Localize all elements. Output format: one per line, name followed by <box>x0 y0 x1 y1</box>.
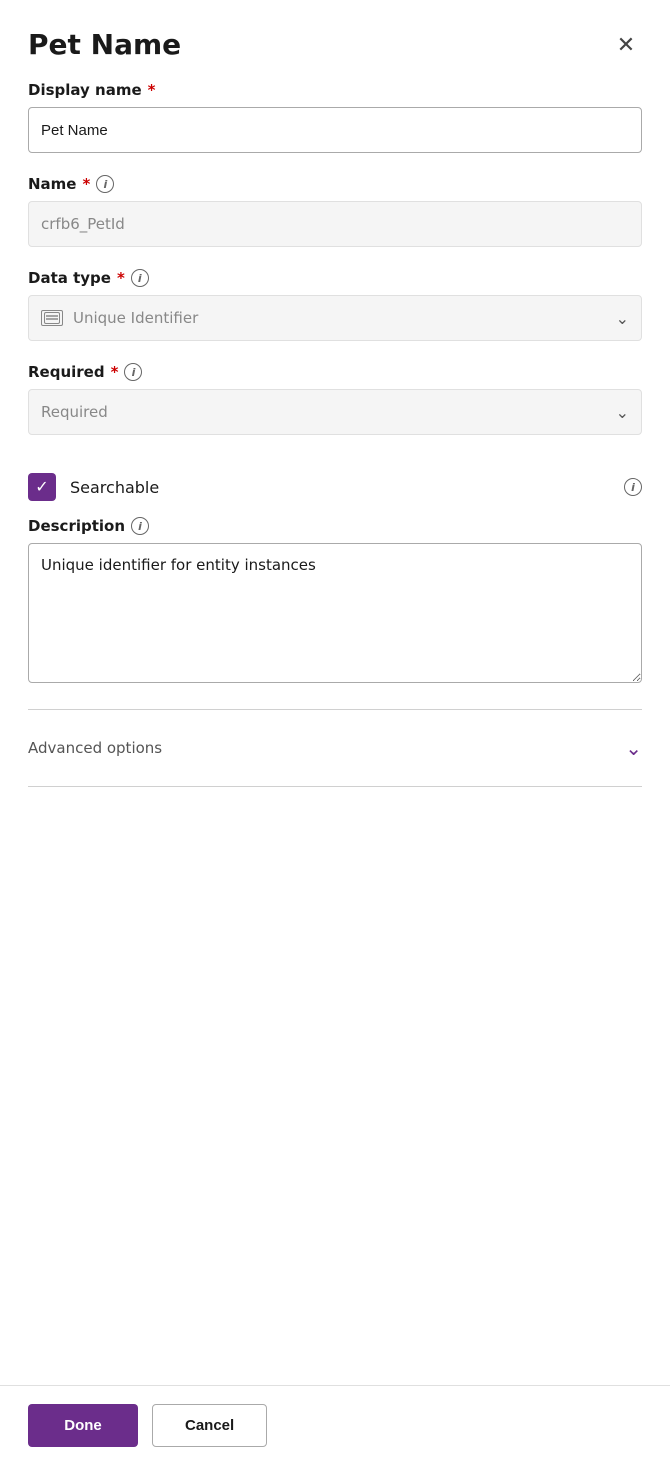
name-label: Name * i <box>28 175 642 193</box>
data-type-group: Data type * i Unique Identifier ⌄ <box>28 269 642 341</box>
required-select[interactable]: Required ⌄ <box>28 389 642 435</box>
description-label: Description i <box>28 517 642 535</box>
required-chevron-icon: ⌄ <box>616 403 629 422</box>
panel-content: Display name * Name * i crfb6_PetId Data… <box>0 81 670 1385</box>
panel-footer: Done Cancel <box>0 1385 670 1465</box>
data-type-required: * <box>117 269 125 287</box>
searchable-row: ✓ Searchable i <box>28 457 642 517</box>
display-name-input[interactable] <box>28 107 642 153</box>
panel: Pet Name ✕ Display name * Name * i crfb6… <box>0 0 670 1465</box>
description-group: Description i Unique identifier for enti… <box>28 517 642 687</box>
required-label: Required * i <box>28 363 642 381</box>
data-type-select[interactable]: Unique Identifier ⌄ <box>28 295 642 341</box>
display-name-label: Display name * <box>28 81 642 99</box>
required-info-icon[interactable]: i <box>124 363 142 381</box>
close-icon: ✕ <box>617 32 635 58</box>
data-type-label: Data type * i <box>28 269 642 287</box>
data-type-info-icon[interactable]: i <box>131 269 149 287</box>
close-button[interactable]: ✕ <box>610 29 642 61</box>
name-group: Name * i crfb6_PetId <box>28 175 642 247</box>
display-name-group: Display name * <box>28 81 642 153</box>
done-button[interactable]: Done <box>28 1404 138 1447</box>
required-group: Required * i Required ⌄ <box>28 363 642 435</box>
searchable-checkbox[interactable]: ✓ <box>28 473 56 501</box>
page-title: Pet Name <box>28 28 181 61</box>
data-type-icon <box>41 310 63 326</box>
divider-bottom <box>28 786 642 787</box>
name-readonly-field: crfb6_PetId <box>28 201 642 247</box>
name-required: * <box>82 175 90 193</box>
advanced-options-label: Advanced options <box>28 739 162 757</box>
advanced-options-row[interactable]: Advanced options ⌄ <box>28 718 642 778</box>
divider-top <box>28 709 642 710</box>
searchable-label: Searchable <box>70 478 159 497</box>
advanced-options-chevron-icon: ⌄ <box>625 736 642 760</box>
panel-header: Pet Name ✕ <box>0 0 670 81</box>
cancel-button[interactable]: Cancel <box>152 1404 267 1447</box>
required-star: * <box>111 363 119 381</box>
name-info-icon[interactable]: i <box>96 175 114 193</box>
display-name-required: * <box>148 81 156 99</box>
data-type-chevron-icon: ⌄ <box>616 309 629 328</box>
description-info-icon[interactable]: i <box>131 517 149 535</box>
checkmark-icon: ✓ <box>35 479 48 495</box>
searchable-info-icon[interactable]: i <box>624 478 642 496</box>
description-textarea[interactable]: Unique identifier for entity instances <box>28 543 642 683</box>
